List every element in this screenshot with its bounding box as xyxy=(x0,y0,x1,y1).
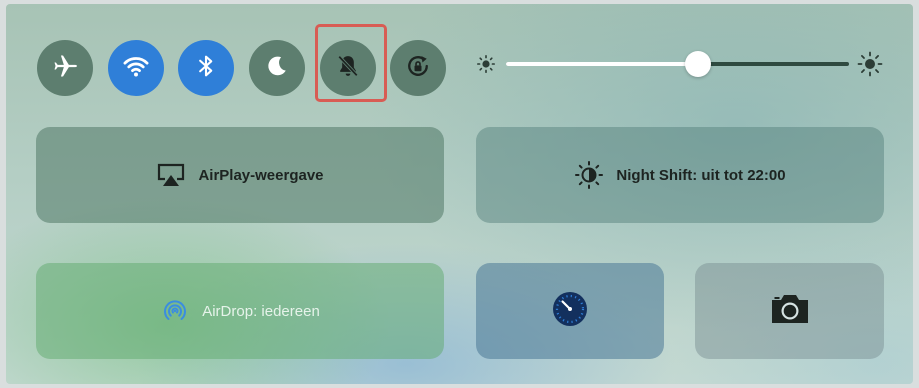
bluetooth-icon xyxy=(192,52,220,85)
wifi-icon xyxy=(122,52,150,85)
airplay-icon xyxy=(156,162,186,188)
brightness-slider-thumb[interactable] xyxy=(685,51,711,77)
moon-icon xyxy=(263,52,291,85)
brightness-slider[interactable] xyxy=(506,62,849,66)
airplane-icon xyxy=(51,52,79,85)
mute-highlight-box xyxy=(315,24,387,102)
bluetooth-toggle[interactable] xyxy=(178,40,234,96)
night-shift-tile[interactable]: Night Shift: uit tot 22:00 xyxy=(476,127,884,223)
airdrop-icon xyxy=(160,296,190,326)
airplay-tile[interactable]: AirPlay-weergave xyxy=(36,127,444,223)
camera-icon xyxy=(768,292,812,330)
orientation-lock-toggle[interactable] xyxy=(390,40,446,96)
airplay-label: AirPlay-weergave xyxy=(198,166,324,184)
night-shift-label: Night Shift: uit tot 22:00 xyxy=(616,166,786,184)
control-center: AirPlay-weergave Night Shift: uit tot 22… xyxy=(6,4,913,384)
night-shift-sun-icon xyxy=(574,160,604,190)
airdrop-label: AirDrop: iedereen xyxy=(202,302,320,320)
timer-tile[interactable] xyxy=(476,263,664,359)
brightness-low-icon xyxy=(476,54,496,79)
brightness-slider-fill xyxy=(506,62,698,66)
airdrop-tile[interactable]: AirDrop: iedereen xyxy=(36,263,444,359)
wifi-toggle[interactable] xyxy=(108,40,164,96)
brightness-high-icon xyxy=(857,51,883,82)
airplane-mode-toggle[interactable] xyxy=(37,40,93,96)
camera-tile[interactable] xyxy=(695,263,884,359)
rotation-lock-icon xyxy=(404,52,432,85)
do-not-disturb-toggle[interactable] xyxy=(249,40,305,96)
timer-icon xyxy=(551,290,589,332)
